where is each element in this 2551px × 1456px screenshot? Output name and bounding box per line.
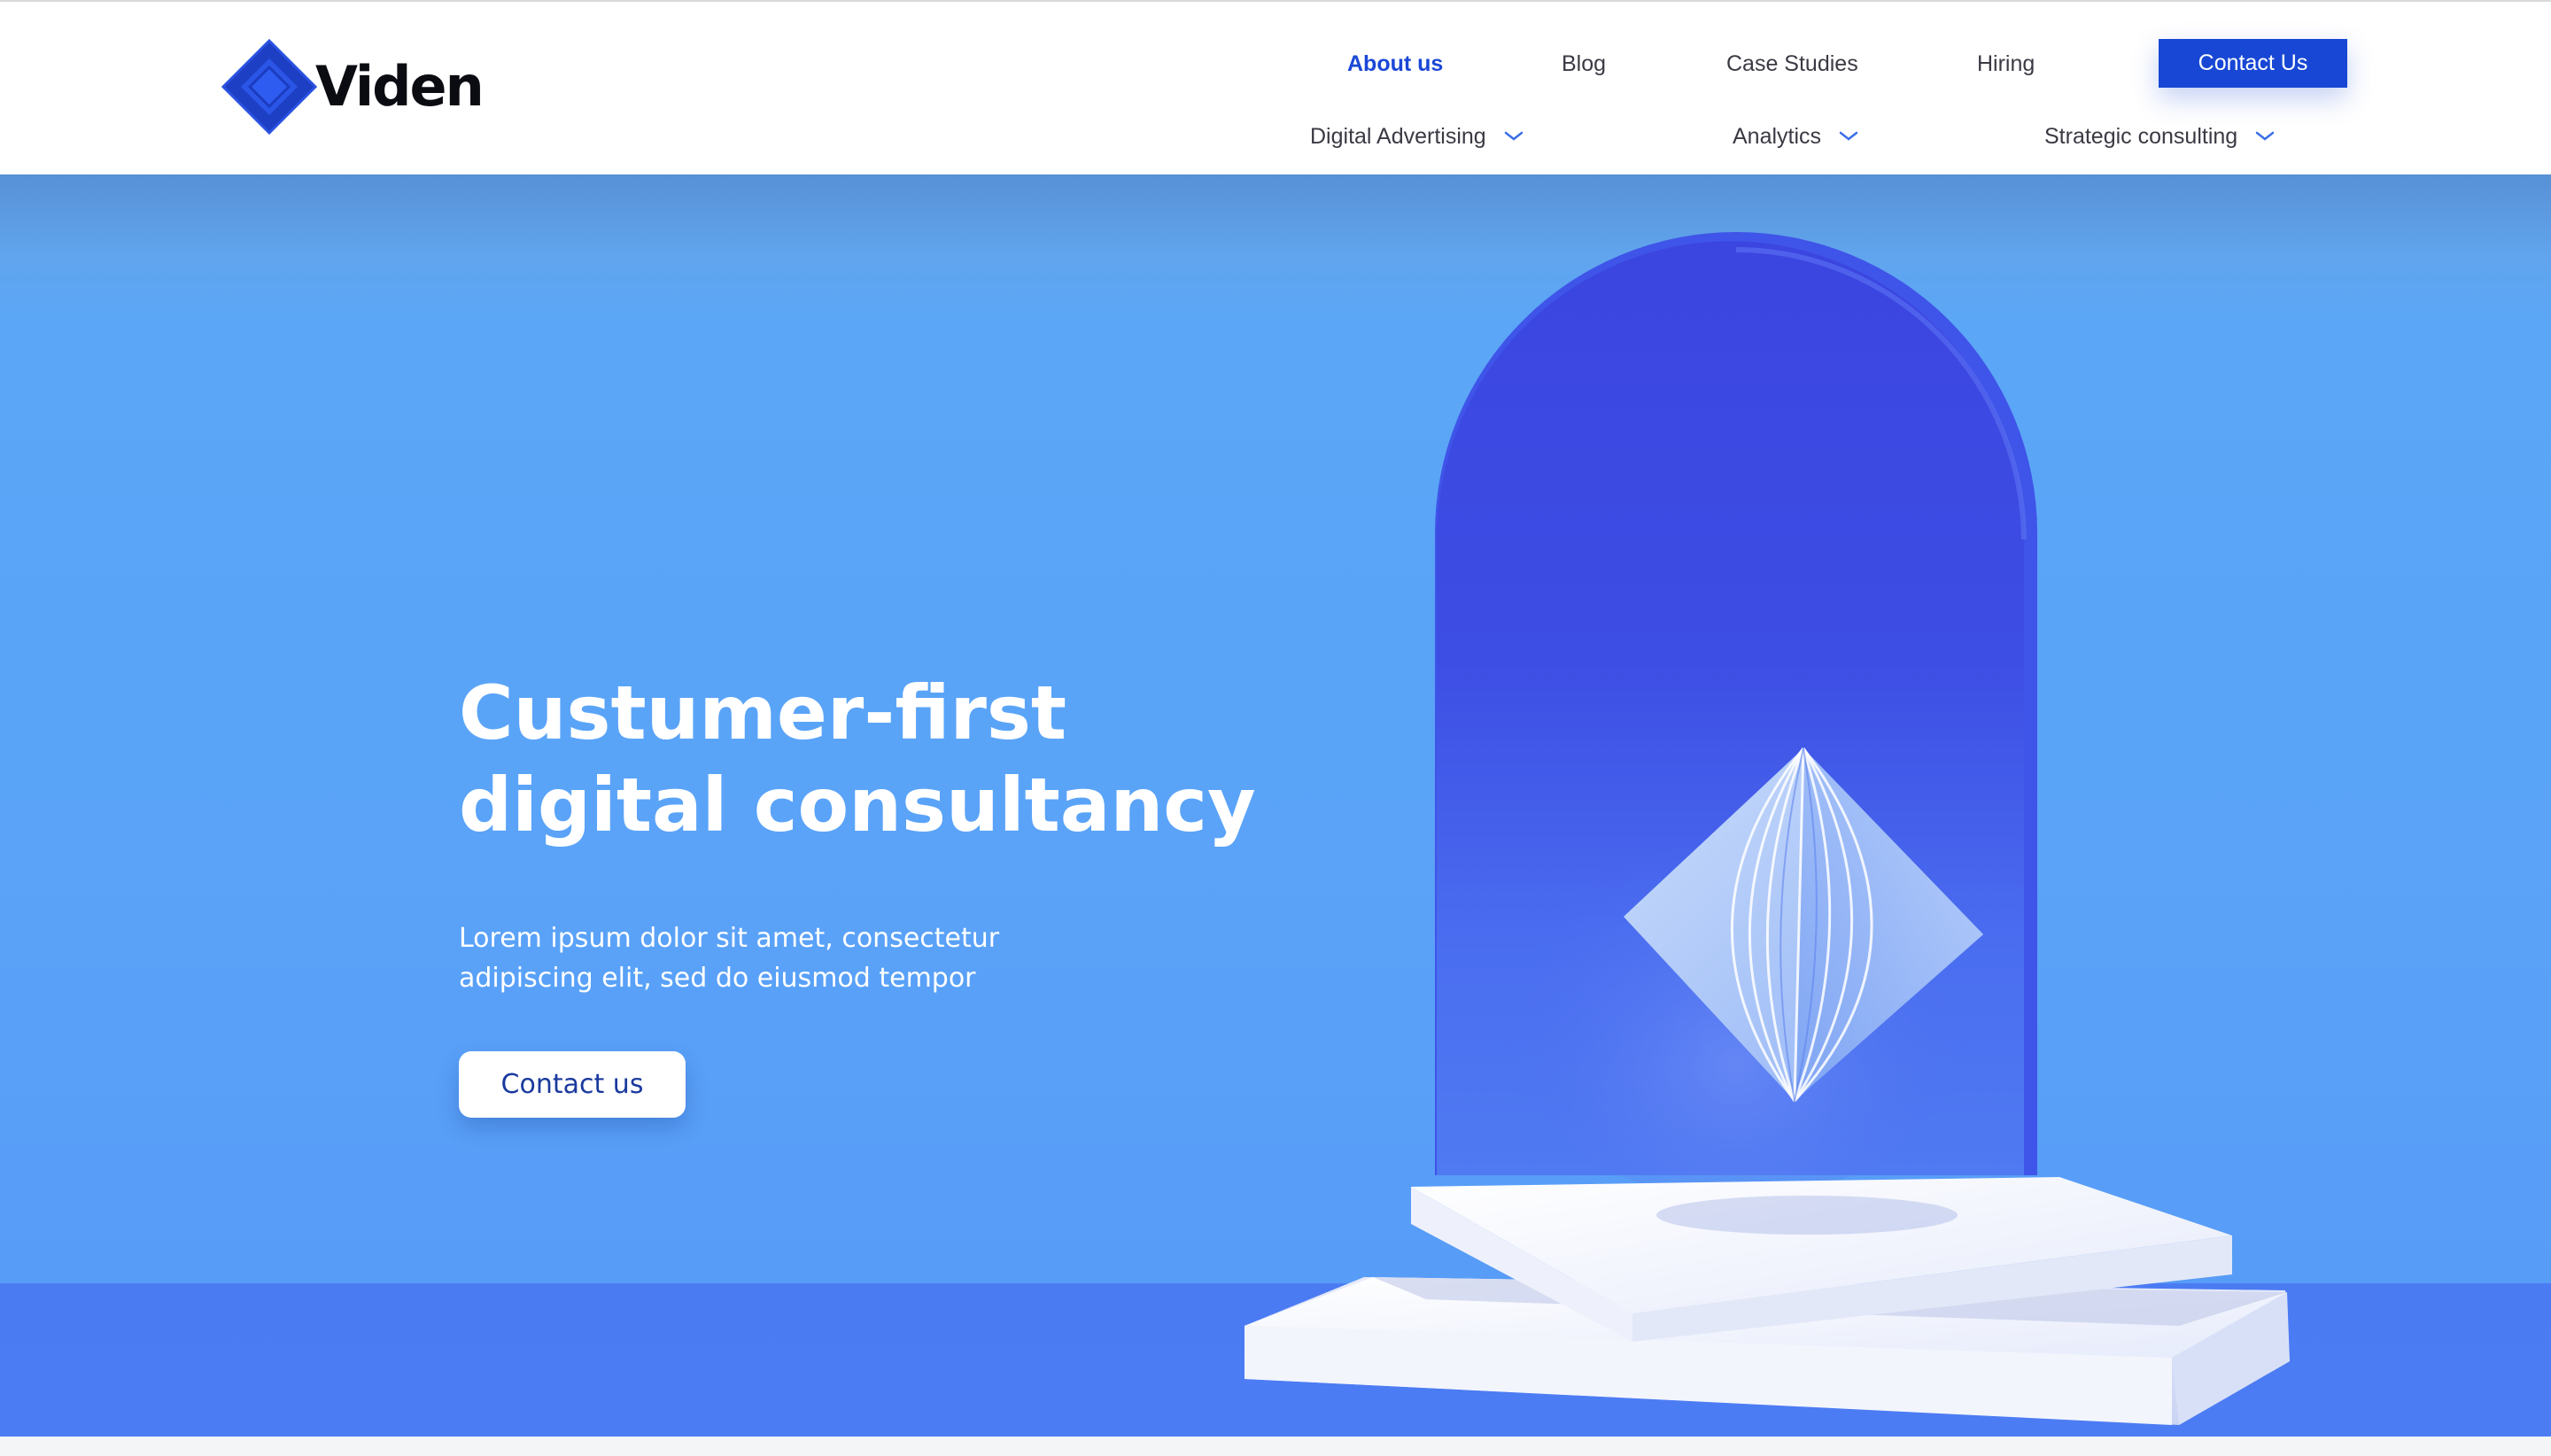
diamond-logo-icon [221, 38, 318, 136]
nav-digital-advertising[interactable]: Digital Advertising [1310, 119, 1524, 154]
chevron-down-icon [1839, 131, 1858, 141]
hero-title-line-1: Custumer-first [459, 670, 1067, 756]
nav-analytics[interactable]: Analytics [1733, 119, 1858, 154]
brand-name: Viden [315, 54, 485, 119]
contact-us-button[interactable]: Contact Us [2159, 39, 2347, 88]
page-bottom-strip [0, 1437, 2551, 1456]
nav-case-studies[interactable]: Case Studies [1726, 41, 1858, 87]
nav-about-us[interactable]: About us [1347, 41, 1443, 87]
nav-strategic-consulting[interactable]: Strategic consulting [2044, 119, 2275, 154]
nav-digital-advertising-label: Digital Advertising [1310, 124, 1486, 149]
nav-blog[interactable]: Blog [1562, 41, 1606, 87]
hero-description-line-1: Lorem ipsum dolor sit amet, consectetur [459, 923, 1000, 954]
hero-contact-button[interactable]: Contact us [459, 1051, 686, 1118]
hero-illustration [1244, 232, 2290, 1425]
hero-section: Custumer-first digital consultancy Lorem… [0, 174, 2551, 1437]
chevron-down-icon [1504, 131, 1523, 141]
site-header: Viden About us Blog Case Studies Hiring … [0, 0, 2551, 174]
hero-title: Custumer-first digital consultancy [459, 667, 1345, 851]
nav-strategic-consulting-label: Strategic consulting [2044, 124, 2238, 149]
hero-description: Lorem ipsum dolor sit amet, consectetur … [459, 918, 1097, 998]
nav-analytics-label: Analytics [1733, 124, 1822, 149]
logo-link[interactable]: Viden [220, 37, 485, 136]
chevron-down-icon [2255, 131, 2275, 141]
hero-description-line-2: adipiscing elit, sed do eiusmod tempor [459, 963, 976, 994]
nav-hiring[interactable]: Hiring [1977, 41, 2035, 87]
hero-title-line-2: digital consultancy [459, 762, 1256, 848]
